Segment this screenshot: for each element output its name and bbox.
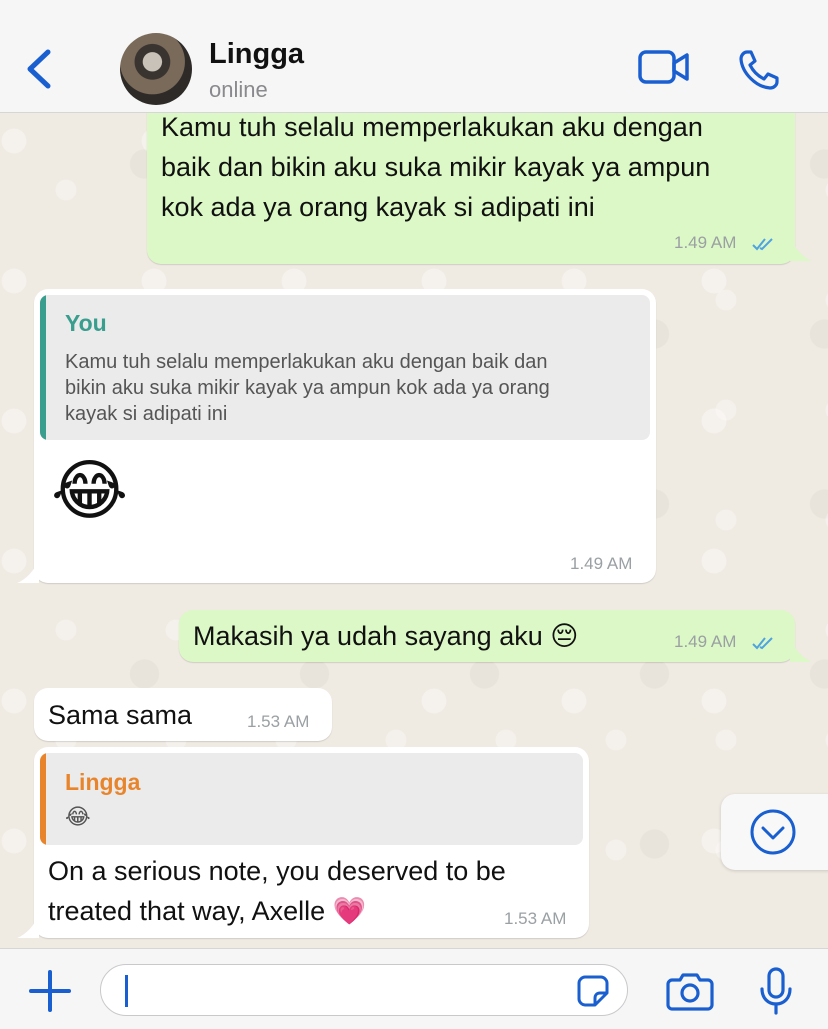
read-ticks-icon: [752, 637, 773, 650]
message-input[interactable]: [100, 964, 628, 1016]
message-time: 1.53 AM: [247, 712, 310, 731]
incoming-message[interactable]: You Kamu tuh selalu memperlakukan aku de…: [34, 289, 656, 583]
message-emoji: 😂: [51, 452, 129, 529]
outgoing-message[interactable]: Kamu tuh selalu memperlakukan aku dengan…: [147, 113, 795, 264]
quote-line: Kamu tuh selalu memperlakukan aku dengan…: [65, 351, 548, 373]
quote-text: 😂: [65, 805, 91, 830]
composer-bar: [0, 948, 828, 1029]
contact-status: online: [209, 77, 268, 102]
read-ticks-icon: [752, 238, 773, 251]
sticker-icon[interactable]: [576, 974, 610, 1008]
quote-line: kayak si adipati ini: [65, 403, 228, 425]
message-text: Sama sama: [48, 700, 193, 730]
quoted-message[interactable]: Lingga 😂: [40, 753, 583, 845]
bubble-tail: [790, 640, 812, 662]
bubble-tail: [790, 239, 812, 261]
plus-icon[interactable]: [28, 969, 72, 1013]
message-time: 1.49 AM: [674, 632, 737, 651]
video-call-icon[interactable]: [638, 48, 690, 86]
message-line: baik dan bikin aku suka mikir kayak ya a…: [161, 152, 711, 182]
message-time: 1.49 AM: [570, 554, 633, 573]
incoming-message[interactable]: Lingga 😂 On a serious note, you deserved…: [34, 747, 589, 938]
incoming-message[interactable]: Sama sama 1.53 AM: [34, 688, 332, 741]
quoted-message[interactable]: You Kamu tuh selalu memperlakukan aku de…: [40, 295, 650, 440]
message-time: 1.49 AM: [674, 233, 737, 252]
quote-author: You: [65, 310, 107, 336]
message-line: Kamu tuh selalu memperlakukan aku dengan: [161, 113, 703, 142]
quote-line: bikin aku suka mikir kayak ya ampun kok …: [65, 377, 550, 399]
quote-author: Lingga: [65, 769, 141, 795]
outgoing-message[interactable]: Makasih ya udah sayang aku 😔 1.49 AM: [179, 610, 795, 662]
chevron-down-circle-icon: [750, 809, 796, 855]
message-text: Makasih ya udah sayang aku 😔: [193, 621, 579, 651]
bubble-tail: [17, 561, 39, 583]
camera-icon[interactable]: [666, 971, 714, 1011]
chat-header: Lingga online: [0, 0, 828, 113]
chat-area[interactable]: Kamu tuh selalu memperlakukan aku dengan…: [0, 113, 828, 948]
message-time: 1.53 AM: [504, 909, 567, 928]
phone-icon[interactable]: [738, 49, 780, 91]
contact-avatar[interactable]: [120, 33, 192, 105]
contact-name[interactable]: Lingga: [209, 38, 304, 71]
message-line: On a serious note, you deserved to be: [48, 856, 506, 886]
message-line: kok ada ya orang kayak si adipati ini: [161, 192, 595, 222]
back-chevron-icon[interactable]: [22, 46, 56, 92]
bubble-tail: [17, 916, 39, 938]
scroll-to-bottom-button[interactable]: [721, 794, 828, 870]
microphone-icon[interactable]: [758, 967, 794, 1015]
text-caret: [125, 975, 128, 1007]
